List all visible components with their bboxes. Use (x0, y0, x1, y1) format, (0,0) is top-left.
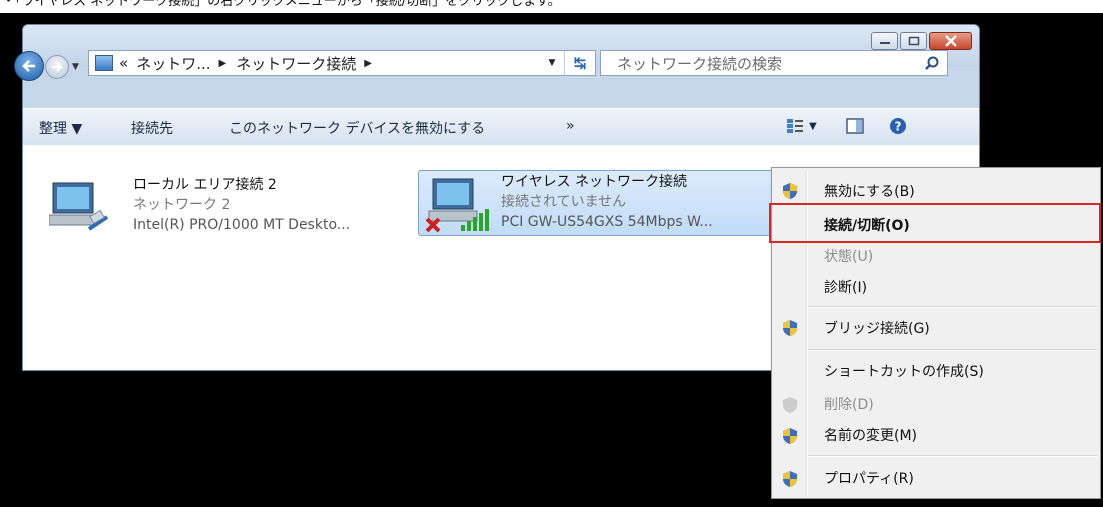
connection-item-local-area[interactable]: ローカル エリア接続 2 ネットワーク 2 Intel(R) PRO/1000 … (49, 175, 419, 245)
menu-item-status: 状態(U) (824, 249, 874, 265)
network-folder-icon (95, 55, 113, 71)
breadcrumb-arrow-icon[interactable]: ▶ (219, 58, 227, 69)
organize-menu[interactable]: 整理 ▼ (39, 118, 82, 138)
close-icon (944, 35, 957, 47)
forward-button[interactable] (45, 55, 69, 79)
help-icon[interactable]: ? (889, 117, 907, 135)
minimize-icon (879, 42, 890, 44)
breadcrumb-network[interactable]: ネットワ... (136, 53, 210, 74)
recent-pages-dropdown[interactable]: ▼ (72, 62, 79, 72)
network-adapter-icon (49, 182, 109, 231)
back-button[interactable] (14, 51, 44, 81)
menu-separator (808, 306, 1097, 308)
shield-icon (783, 471, 797, 487)
shield-icon (783, 320, 797, 336)
connection-device: Intel(R) PRO/1000 MT Deskto... (133, 217, 351, 233)
menu-item-delete: 削除(D) (824, 397, 874, 413)
address-bar[interactable]: « ネットワ... ▶ ネットワーク接続 ▶ ▼ ↹ (88, 50, 596, 76)
address-overflow[interactable]: « (119, 54, 128, 72)
breadcrumb-arrow-icon[interactable]: ▶ (364, 58, 372, 69)
connection-status: ネットワーク 2 (133, 197, 231, 213)
close-button[interactable] (929, 32, 972, 50)
shield-icon (783, 183, 797, 199)
connection-item-wireless[interactable]: ワイヤレス ネットワーク接続 接続されていません PCI GW-US54GXS … (418, 170, 780, 236)
connection-name: ローカル エリア接続 2 (133, 177, 277, 193)
shield-icon (783, 428, 797, 444)
forward-arrow-icon (52, 62, 63, 72)
breadcrumb-network-connections[interactable]: ネットワーク接続 (236, 53, 356, 74)
address-dropdown[interactable]: ▼ (541, 51, 563, 75)
connection-name: ワイヤレス ネットワーク接続 (501, 174, 688, 190)
svg-text:?: ? (895, 120, 902, 134)
menu-item-rename[interactable]: 名前の変更(M) (824, 425, 917, 445)
change-view-icon[interactable] (786, 118, 804, 134)
menu-item-bridge[interactable]: ブリッジ接続(G) (824, 318, 930, 338)
wireless-adapter-icon (425, 178, 489, 233)
highlight-box (769, 203, 1101, 243)
shield-icon (783, 397, 797, 413)
menu-separator (808, 349, 1097, 351)
menu-item-disable[interactable]: 無効にする(B) (824, 181, 915, 201)
menu-item-diagnose[interactable]: 診断(I) (824, 277, 867, 297)
view-options-dropdown[interactable]: ▼ (809, 121, 817, 132)
connection-device: PCI GW-US54GXS 54Mbps W... (501, 214, 713, 230)
command-bar: 整理 ▼ 接続先 このネットワーク デバイスを無効にする » ▼ ? (23, 108, 979, 146)
menu-separator (808, 455, 1097, 457)
more-commands-button[interactable]: » (566, 118, 575, 134)
search-icon (925, 56, 939, 70)
connection-status: 接続されていません (501, 194, 627, 210)
menu-item-create-shortcut[interactable]: ショートカットの作成(S) (824, 361, 984, 381)
connect-to-button[interactable]: 接続先 (131, 118, 173, 138)
maximize-icon (908, 36, 919, 46)
preview-pane-icon[interactable] (846, 118, 864, 134)
disable-device-button[interactable]: このネットワーク デバイスを無効にする (229, 118, 485, 138)
maximize-button[interactable] (900, 32, 927, 50)
back-arrow-icon (22, 60, 35, 72)
minimize-button[interactable] (871, 32, 898, 50)
search-placeholder: ネットワーク接続の検索 (617, 54, 783, 73)
search-input[interactable]: ネットワーク接続の検索 (600, 50, 948, 76)
instruction-caption: ・「ワイヤレス ネットワーク接続」の右クリックメニューから「接続/切断」をクリッ… (0, 0, 1103, 13)
refresh-icon[interactable]: ↹ (564, 51, 595, 75)
menu-item-properties[interactable]: プロパティ(R) (824, 468, 914, 488)
